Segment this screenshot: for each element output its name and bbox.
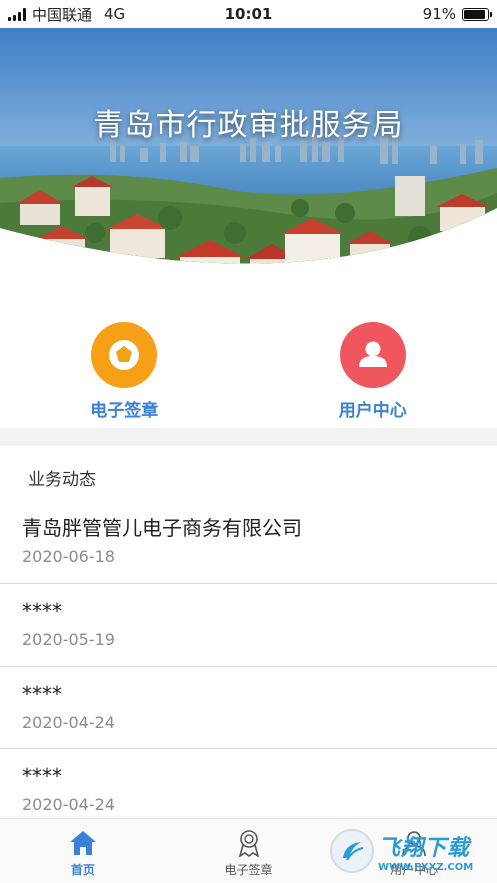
badge-icon [238,830,259,857]
status-right: 91% [422,5,492,23]
list-item[interactable]: **** 2020-05-19 [0,584,497,667]
battery-percent: 91% [422,5,456,23]
list-item[interactable]: 青岛胖管管儿电子商务有限公司 2020-06-18 [0,505,497,584]
user-icon [339,322,406,388]
user-center-label: 用户中心 [338,401,407,421]
status-bar: 中国联通 4G 10:01 91% [0,0,497,28]
e-seal-label: 电子签章 [90,401,159,421]
city-skyline-image [0,28,497,264]
home-icon [69,831,96,855]
hero-banner: 青岛市行政审批服务局 [0,28,497,293]
news-title: **** [22,764,62,788]
tab-home-label: 首页 [70,863,95,877]
news-date: 2020-04-24 [22,795,115,814]
news-list: 青岛胖管管儿电子商务有限公司 2020-06-18 **** 2020-05-1… [0,505,497,832]
e-seal-button[interactable]: 电子签章 [0,300,249,428]
watermark-url: WWW.FXXZ.COM [378,861,474,873]
seal-icon [91,322,158,388]
watermark-icon [330,829,374,873]
watermark-main: 飞翔下载 [378,835,471,861]
network-label: 4G [104,5,126,23]
tab-home[interactable]: 首页 [0,819,166,883]
hero-title: 青岛市行政审批服务局 [93,108,404,143]
news-date: 2020-05-19 [22,630,115,649]
section-title: 业务动态 [28,470,96,490]
user-center-button[interactable]: 用户中心 [249,300,497,428]
tab-e-seal[interactable]: 电子签章 [166,819,332,883]
section-divider [0,428,497,446]
signal-icon [8,7,26,21]
news-title: **** [22,599,62,623]
watermark-text: 飞翔下载 WWW.FXXZ.COM [378,830,473,873]
quick-actions: 电子签章 用户中心 [0,300,497,428]
battery-fill [464,9,485,19]
news-date: 2020-06-18 [22,547,115,566]
battery-icon [462,7,492,21]
news-title: **** [22,681,62,706]
watermark-logo: 飞翔下载 WWW.FXXZ.COM [330,822,490,880]
news-date: 2020-04-24 [22,712,115,732]
news-title: 青岛胖管管儿电子商务有限公司 [22,516,302,540]
tab-e-seal-label: 电子签章 [224,863,273,877]
carrier-label: 中国联通 [32,5,93,24]
list-item[interactable]: **** 2020-04-24 [0,667,497,749]
